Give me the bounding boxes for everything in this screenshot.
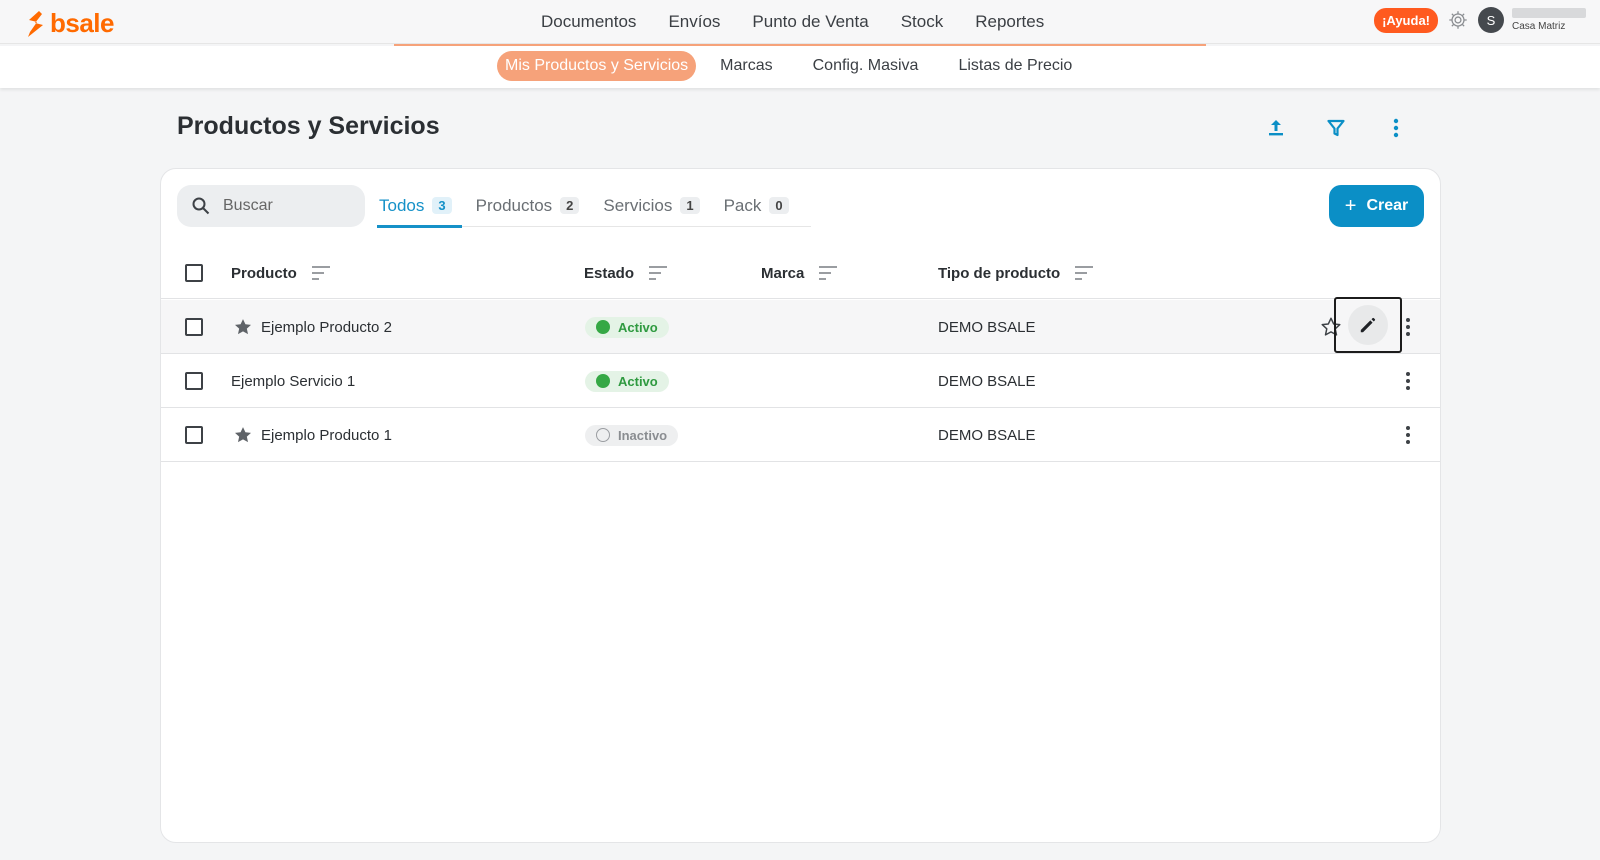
row-checkbox[interactable] xyxy=(185,318,203,336)
status-dot-icon xyxy=(596,320,610,334)
product-name-cell: Ejemplo Producto 1 xyxy=(233,408,392,462)
edit-focus-outline xyxy=(1334,297,1402,353)
filter-tabs: Todos 3 Productos 2 Servicios 1 Pack 0 xyxy=(377,185,811,228)
tab-count: 0 xyxy=(769,197,789,214)
search-input[interactable] xyxy=(223,197,343,215)
user-name-redacted xyxy=(1512,8,1586,18)
status-label: Activo xyxy=(618,373,658,389)
row-checkbox[interactable] xyxy=(185,372,203,390)
tab-servicios[interactable]: Servicios 1 xyxy=(601,185,709,227)
status-dot-icon xyxy=(596,428,610,442)
tab-label: Todos xyxy=(379,195,425,215)
column-label: Marca xyxy=(761,264,805,282)
create-button[interactable]: + Crear xyxy=(1329,185,1424,227)
tab-productos[interactable]: Productos 2 xyxy=(474,185,590,227)
tab-todos[interactable]: Todos 3 xyxy=(377,185,462,228)
column-label: Tipo de producto xyxy=(938,264,1061,282)
select-all-checkbox[interactable] xyxy=(185,264,203,282)
status-label: Activo xyxy=(618,319,658,335)
filter-icon[interactable] xyxy=(1324,116,1348,140)
table-row[interactable]: Ejemplo Producto 2 Activo DEMO BSALE xyxy=(161,297,1440,354)
column-header-tipo-de-producto[interactable]: Tipo de producto xyxy=(938,247,1094,299)
brand-logo[interactable]: bsale xyxy=(26,8,115,39)
subnav-config-masiva[interactable]: Config. Masiva xyxy=(797,51,935,81)
column-header-marca[interactable]: Marca xyxy=(761,247,838,299)
tab-count: 2 xyxy=(560,197,580,214)
row-more-options-icon[interactable] xyxy=(1398,371,1418,391)
main-nav: Documentos Envíos Punto de Venta Stock R… xyxy=(525,0,1060,44)
row-more-options-icon[interactable] xyxy=(1398,425,1418,445)
status-cell: Activo xyxy=(585,300,669,354)
column-label: Estado xyxy=(584,264,635,282)
nav-envios[interactable]: Envíos xyxy=(652,12,736,32)
product-name-cell: Ejemplo Servicio 1 xyxy=(231,354,355,408)
sub-nav: Mis Productos y Servicios Marcas Config.… xyxy=(0,46,1600,88)
row-more-options-icon[interactable] xyxy=(1398,317,1418,337)
header-actions xyxy=(1264,116,1408,140)
status-badge: Activo xyxy=(585,370,669,392)
table-header: Producto Estado Marca Tipo de producto xyxy=(161,247,1440,299)
status-cell: Activo xyxy=(585,354,669,408)
nav-stock[interactable]: Stock xyxy=(885,12,960,32)
product-name: Ejemplo Producto 2 xyxy=(261,318,392,336)
subnav-listas-de-precio[interactable]: Listas de Precio xyxy=(942,51,1088,81)
upload-icon[interactable] xyxy=(1264,116,1288,140)
row-checkbox[interactable] xyxy=(185,426,203,444)
status-label: Inactivo xyxy=(618,427,668,443)
search-box[interactable] xyxy=(177,185,365,227)
search-icon xyxy=(192,197,210,215)
bsale-logo-icon xyxy=(28,10,43,37)
favorite-star-filled-icon xyxy=(233,425,253,445)
table-row[interactable]: Ejemplo Producto 1 Inactivo DEMO BSALE xyxy=(161,408,1440,462)
favorite-star-filled-icon xyxy=(233,317,253,337)
settings-gear-icon[interactable] xyxy=(1446,8,1470,32)
subnav-marcas[interactable]: Marcas xyxy=(704,51,788,81)
table-toolbar: Todos 3 Productos 2 Servicios 1 Pack 0 +… xyxy=(177,185,1424,228)
nav-reportes[interactable]: Reportes xyxy=(959,12,1060,32)
tab-label: Productos xyxy=(475,195,553,215)
nav-punto-de-venta[interactable]: Punto de Venta xyxy=(736,12,884,32)
sort-icon[interactable] xyxy=(1074,265,1094,281)
tab-count: 3 xyxy=(432,197,452,214)
product-type-cell: DEMO BSALE xyxy=(938,372,1036,390)
product-type-cell: DEMO BSALE xyxy=(938,426,1036,444)
more-options-icon[interactable] xyxy=(1384,116,1408,140)
user-avatar[interactable]: S xyxy=(1478,7,1504,33)
tab-label: Servicios xyxy=(603,195,673,215)
tab-count: 1 xyxy=(680,197,700,214)
product-type-cell: DEMO BSALE xyxy=(938,318,1036,336)
subnav-mis-productos[interactable]: Mis Productos y Servicios xyxy=(497,51,697,81)
column-header-estado[interactable]: Estado xyxy=(584,247,668,299)
branch-label: Casa Matriz xyxy=(1512,21,1566,32)
plus-icon: + xyxy=(1344,195,1357,217)
sort-icon[interactable] xyxy=(648,265,668,281)
status-dot-icon xyxy=(596,374,610,388)
product-name: Ejemplo Servicio 1 xyxy=(231,372,356,390)
product-name: Ejemplo Producto 1 xyxy=(261,426,392,444)
top-bar: bsale Documentos Envíos Punto de Venta S… xyxy=(0,0,1600,44)
tab-pack[interactable]: Pack 0 xyxy=(722,185,799,227)
nav-documentos[interactable]: Documentos xyxy=(525,12,652,32)
create-button-label: Crear xyxy=(1366,197,1409,214)
edit-pencil-icon[interactable] xyxy=(1348,305,1388,345)
status-badge: Inactivo xyxy=(585,424,679,446)
tab-label: Pack xyxy=(723,195,762,215)
page-title: Productos y Servicios xyxy=(177,112,440,140)
top-right-tools: ¡Ayuda! S Casa Matriz xyxy=(1374,7,1586,33)
table-row[interactable]: Ejemplo Servicio 1 Activo DEMO BSALE xyxy=(161,354,1440,408)
column-label: Producto xyxy=(231,264,297,282)
help-button[interactable]: ¡Ayuda! xyxy=(1374,7,1438,33)
product-name-cell: Ejemplo Producto 2 xyxy=(233,300,392,354)
sort-icon[interactable] xyxy=(311,265,331,281)
status-cell: Inactivo xyxy=(585,408,679,462)
products-card: Todos 3 Productos 2 Servicios 1 Pack 0 +… xyxy=(160,168,1441,843)
column-header-producto[interactable]: Producto xyxy=(231,247,331,299)
user-menu[interactable]: Casa Matriz xyxy=(1512,8,1586,32)
sort-icon[interactable] xyxy=(818,265,838,281)
status-badge: Activo xyxy=(585,316,669,338)
brand-name: bsale xyxy=(50,8,115,38)
